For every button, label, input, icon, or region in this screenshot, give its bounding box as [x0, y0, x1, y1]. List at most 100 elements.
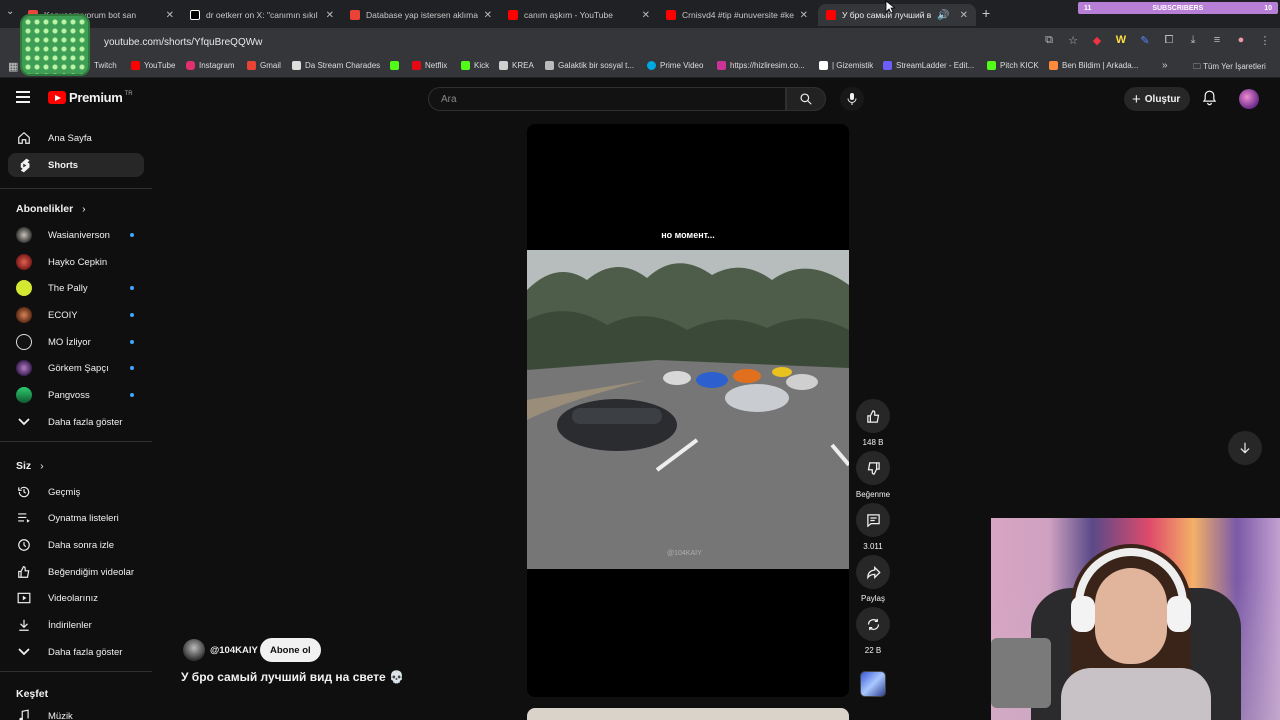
extension-red-icon[interactable]: ◆: [1090, 34, 1104, 47]
subscriptions-show-more[interactable]: Daha fazla göster: [8, 410, 144, 434]
bookmark-item[interactable]: Ben Bildim | Arkada...: [1049, 61, 1138, 70]
cast-icon[interactable]: ⧉: [1042, 34, 1056, 47]
url-text[interactable]: youtube.com/shorts/YfquBreQQWw: [104, 37, 262, 48]
extension-w-icon[interactable]: W: [1114, 34, 1128, 47]
you-title: Siz: [16, 460, 32, 472]
kick-favicon-icon: [461, 61, 470, 70]
you-heading[interactable]: Siz ›: [16, 460, 44, 472]
browser-tab[interactable]: Crnisvd4 #tip #unuversite #ke ✕: [658, 4, 816, 26]
extensions-icon[interactable]: ⧠: [1162, 34, 1176, 47]
tab-close-icon[interactable]: ✕: [642, 10, 650, 21]
subscription-item[interactable]: ECOIY: [8, 303, 144, 327]
bookmark-item[interactable]: KREA: [499, 61, 534, 70]
bookmark-item[interactable]: Gmail: [247, 61, 281, 70]
subscription-item[interactable]: The Pally: [8, 276, 144, 300]
sidebar-item-home[interactable]: Ana Sayfa: [8, 126, 144, 150]
browser-tab[interactable]: canım aşkım - YouTube ✕: [500, 4, 658, 26]
remix-button[interactable]: [856, 607, 890, 641]
tab-close-icon[interactable]: ✕: [800, 10, 808, 21]
sidebar-item-downloads[interactable]: İndirilenler: [8, 613, 144, 637]
comments-button[interactable]: [856, 503, 890, 537]
next-short-preview[interactable]: [527, 708, 849, 720]
explore-title: Keşfet: [16, 688, 49, 700]
next-short-button[interactable]: [1228, 431, 1262, 465]
microphone-arm: [991, 638, 1051, 708]
account-avatar[interactable]: [1239, 89, 1259, 109]
show-more-label: Daha fazla göster: [48, 646, 123, 658]
subscription-item[interactable]: Wasianiverson: [8, 223, 144, 247]
apps-grid-icon[interactable]: ▦: [8, 60, 18, 73]
download-icon[interactable]: ⤓: [1186, 34, 1200, 47]
sound-thumbnail[interactable]: [860, 671, 886, 697]
bookmark-item[interactable]: https://hizliresim.co...: [717, 61, 805, 70]
you-show-more[interactable]: Daha fazla göster: [8, 640, 144, 664]
youtube-header: Premium TR Ara + Oluştur: [0, 78, 1280, 120]
profile-icon[interactable]: ●: [1234, 34, 1248, 47]
like-action[interactable]: 148 B: [856, 399, 890, 447]
channel-avatar: [16, 334, 32, 350]
short-title: У бро самый лучший вид на свете 💀: [181, 670, 404, 684]
shorts-video-player[interactable]: но момент... @104KAIY: [527, 124, 849, 697]
subscribe-button[interactable]: Abone ol: [260, 638, 321, 662]
search-button[interactable]: [786, 87, 826, 111]
sidebar-item-music[interactable]: Müzik: [8, 704, 144, 720]
tab-close-icon[interactable]: ✕: [326, 10, 334, 21]
sidebar-item-your-videos[interactable]: Videolarınız: [8, 586, 144, 610]
bookmark-item[interactable]: | Gizemistik: [819, 61, 873, 70]
menu-icon[interactable]: [16, 91, 30, 103]
subscription-item[interactable]: Hayko Cepkin: [8, 250, 144, 274]
tab-close-icon[interactable]: ✕: [484, 10, 492, 21]
tab-audio-icon[interactable]: 🔊: [937, 10, 949, 21]
menu-dots-icon[interactable]: ⋮: [1258, 34, 1272, 47]
search-input[interactable]: Ara: [428, 87, 786, 111]
sidebar-item-playlists[interactable]: Oynatma listeleri: [8, 506, 144, 530]
extension-blue-icon[interactable]: ✎: [1138, 34, 1152, 47]
bookmark-item[interactable]: [390, 61, 403, 70]
youtube-premium-logo[interactable]: Premium TR: [48, 90, 133, 105]
bookmark-item[interactable]: Da Stream Charades: [292, 61, 380, 70]
voice-search-button[interactable]: [840, 87, 864, 111]
subscription-item[interactable]: MO İzliyor: [8, 330, 144, 354]
bookmarks-overflow-icon[interactable]: »: [1162, 60, 1168, 71]
sidebar-item-liked[interactable]: Beğendiğim videolar: [8, 560, 144, 584]
dislike-action[interactable]: Beğenme: [856, 451, 890, 499]
bookmark-item[interactable]: StreamLadder - Edit...: [883, 61, 974, 70]
bookmark-item[interactable]: Twitch: [94, 61, 117, 70]
tab-search-icon[interactable]: ⌄: [6, 6, 14, 17]
create-button[interactable]: + Oluştur: [1124, 87, 1191, 111]
subscription-item[interactable]: Pangvoss: [8, 383, 144, 407]
comments-action[interactable]: 3.011: [856, 503, 890, 551]
like-button[interactable]: [856, 399, 890, 433]
bookmark-star-icon[interactable]: ☆: [1066, 34, 1080, 47]
sidebar-item-watch-later[interactable]: Daha sonra izle: [8, 533, 144, 557]
browser-tab[interactable]: Database yap istersen aklıma g ✕: [342, 4, 500, 26]
channel-avatar[interactable]: [183, 639, 205, 661]
notifications-button[interactable]: [1202, 90, 1217, 111]
subscription-item[interactable]: Görkem Şapçı: [8, 356, 144, 380]
tab-title: Database yap istersen aklıma g: [366, 10, 478, 20]
media-icon[interactable]: ≡: [1210, 34, 1224, 47]
sidebar-item-history[interactable]: Geçmiş: [8, 480, 144, 504]
bookmark-item[interactable]: Netflix: [412, 61, 447, 70]
dislike-button[interactable]: [856, 451, 890, 485]
bookmark-item[interactable]: Pitch KICK: [987, 61, 1039, 70]
browser-tab[interactable]: dr oetkerr on X: "canımın sıkıl ✕: [182, 4, 342, 26]
sidebar-item-shorts[interactable]: Shorts: [8, 153, 144, 177]
tab-close-icon[interactable]: ✕: [166, 10, 174, 21]
all-bookmarks-folder[interactable]: 🗀 Tüm Yer İşaretleri: [1193, 61, 1266, 75]
bookmark-item[interactable]: Instagram: [186, 61, 235, 70]
new-tab-button[interactable]: +: [982, 5, 990, 21]
bookmark-item[interactable]: Kick: [461, 61, 489, 70]
tab-close-icon[interactable]: ✕: [960, 10, 968, 21]
omnibox[interactable]: youtube.com/shorts/YfquBreQQWw: [84, 31, 1064, 53]
bookmark-item[interactable]: YouTube: [131, 61, 175, 70]
bookmark-item[interactable]: Galaktik bir sosyal t...: [545, 61, 634, 70]
search-placeholder: Ara: [441, 94, 457, 105]
subscriptions-heading[interactable]: Abonelikler ›: [16, 203, 86, 215]
share-action[interactable]: Paylaş: [856, 555, 890, 603]
bookmark-item[interactable]: Prime Video: [647, 61, 703, 70]
remix-action[interactable]: 22 B: [856, 607, 890, 655]
channel-name[interactable]: @104KAIY: [210, 645, 258, 656]
share-button[interactable]: [856, 555, 890, 589]
browser-tab-active[interactable]: У бро самый лучший вид 🔊 ✕: [818, 4, 976, 26]
